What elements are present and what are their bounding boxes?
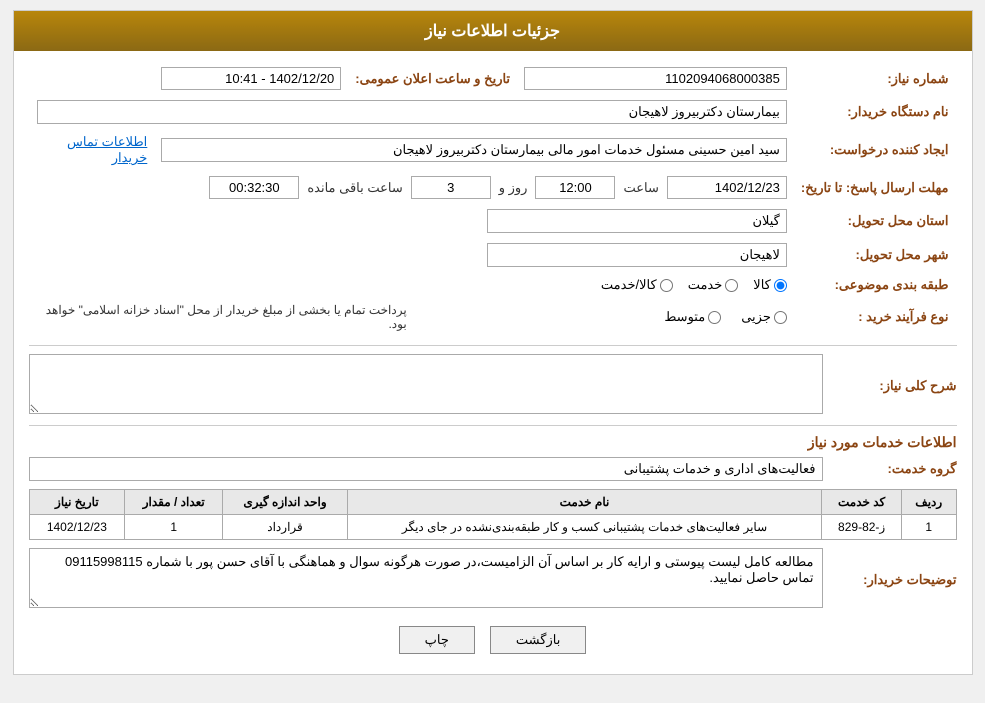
category-radio-khedmat[interactable]: [725, 279, 738, 292]
contact-link[interactable]: اطلاعات تماس خریدار: [67, 134, 147, 165]
row-city: شهر محل تحویل: لاهیجان: [31, 239, 955, 271]
row-province: استان محل تحویل: گیلان: [31, 205, 955, 237]
requester-value: سید امین حسینی مسئول خدمات امور مالی بیم…: [161, 138, 787, 162]
deadline-time: 12:00: [535, 176, 615, 199]
deadline-time-label: ساعت: [623, 180, 658, 196]
cell-service-code: ز-82-829: [822, 515, 902, 540]
service-info-title: اطلاعات خدمات مورد نیاز: [29, 434, 957, 451]
row-need-number: شماره نیاز: 1102094068000385 تاریخ و ساع…: [31, 63, 955, 94]
back-button[interactable]: بازگشت: [490, 626, 586, 654]
buyer-notes-textarea[interactable]: [29, 548, 823, 608]
main-container: جزئیات اطلاعات نیاز شماره نیاز: 11020940…: [13, 10, 973, 675]
row-purchase-type: نوع فرآیند خرید : جزیی متوسط: [31, 299, 955, 335]
service-group-label: گروه خدمت:: [827, 461, 957, 477]
row-buyer-org: نام دستگاه خریدار: بیمارستان دکتربیروز ل…: [31, 96, 955, 128]
category-kala-label: کالا: [753, 277, 771, 293]
deadline-date: 1402/12/23: [667, 176, 787, 199]
buyer-org-value: بیمارستان دکتربیروز لاهیجان: [37, 100, 787, 124]
announcement-value: 1402/12/20 - 10:41: [161, 67, 341, 90]
province-value: گیلان: [487, 209, 787, 233]
divider2: [29, 425, 957, 426]
category-option-khedmat[interactable]: خدمت: [688, 277, 739, 293]
need-description-textarea[interactable]: [29, 354, 823, 414]
category-option-kala-khedmat[interactable]: کالا/خدمت: [601, 277, 673, 293]
deadline-label: مهلت ارسال پاسخ: تا تاریخ:: [801, 180, 949, 195]
category-option-kala[interactable]: کالا: [753, 277, 787, 293]
city-label: شهر محل تحویل:: [856, 247, 949, 262]
service-group-row: گروه خدمت: فعالیت‌های اداری و خدمات پشتی…: [29, 457, 957, 481]
table-row: 1 ز-82-829 سایر فعالیت‌های خدمات پشتیبان…: [29, 515, 956, 540]
service-group-value: فعالیت‌های اداری و خدمات پشتیبانی: [29, 457, 823, 481]
services-table: ردیف کد خدمت نام خدمت واحد اندازه گیری ت…: [29, 489, 957, 540]
table-header-row: ردیف کد خدمت نام خدمت واحد اندازه گیری ت…: [29, 490, 956, 515]
category-khedmat-label: خدمت: [688, 277, 723, 293]
page-header: جزئیات اطلاعات نیاز: [14, 11, 972, 51]
table-header: ردیف کد خدمت نام خدمت واحد اندازه گیری ت…: [29, 490, 956, 515]
cell-quantity: 1: [125, 515, 223, 540]
purchase-jozi-label: جزیی: [741, 309, 771, 325]
requester-label: ایجاد کننده درخواست:: [830, 142, 949, 157]
remaining-time: 00:32:30: [209, 176, 299, 199]
buyer-notes-row: توضیحات خریدار:: [29, 548, 957, 611]
category-radio-kala[interactable]: [774, 279, 787, 292]
purchase-radio-jozi[interactable]: [774, 311, 787, 324]
province-label: استان محل تحویل:: [848, 213, 949, 228]
purchase-option-jozi[interactable]: جزیی: [741, 309, 787, 325]
col-unit: واحد اندازه گیری: [223, 490, 347, 515]
purchase-option-motavasset[interactable]: متوسط: [664, 309, 721, 325]
page-title: جزئیات اطلاعات نیاز: [425, 23, 560, 40]
deadline-days: 3: [411, 176, 491, 199]
row-category: طبقه بندی موضوعی: کالا خدمت: [31, 273, 955, 297]
print-button[interactable]: چاپ: [399, 626, 475, 654]
cell-row-num: 1: [902, 515, 956, 540]
need-number-label: شماره نیاز:: [887, 71, 948, 86]
table-body: 1 ز-82-829 سایر فعالیت‌های خدمات پشتیبان…: [29, 515, 956, 540]
cell-unit: قرارداد: [223, 515, 347, 540]
buyer-notes-label: توضیحات خریدار:: [827, 572, 957, 588]
city-value: لاهیجان: [487, 243, 787, 267]
cell-service-name: سایر فعالیت‌های خدمات پشتیبانی کسب و کار…: [347, 515, 822, 540]
col-date: تاریخ نیاز: [29, 490, 125, 515]
col-quantity: تعداد / مقدار: [125, 490, 223, 515]
category-radio-kala-khedmat[interactable]: [660, 279, 673, 292]
divider1: [29, 345, 957, 346]
deadline-day-label: روز و: [499, 180, 528, 196]
need-number-value: 1102094068000385: [524, 67, 787, 90]
purchase-type-group: جزیی متوسط: [417, 309, 787, 325]
col-service-code: کد خدمت: [822, 490, 902, 515]
remaining-label: ساعت باقی مانده: [307, 180, 402, 196]
content-area: شماره نیاز: 1102094068000385 تاریخ و ساع…: [14, 51, 972, 674]
cell-date: 1402/12/23: [29, 515, 125, 540]
col-service-name: نام خدمت: [347, 490, 822, 515]
row-deadline: مهلت ارسال پاسخ: تا تاریخ: 1402/12/23 سا…: [31, 172, 955, 203]
col-row-num: ردیف: [902, 490, 956, 515]
buyer-org-label: نام دستگاه خریدار:: [847, 104, 948, 119]
category-radio-group: کالا خدمت کالا/خدمت: [37, 277, 787, 293]
buttons-row: بازگشت چاپ: [29, 626, 957, 654]
need-description-label: شرح کلی نیاز:: [827, 378, 957, 394]
purchase-type-note: پرداخت تمام یا بخشی از مبلغ خریدار از مح…: [36, 303, 406, 331]
purchase-type-label: نوع فرآیند خرید :: [858, 309, 948, 324]
category-kala-khedmat-label: کالا/خدمت: [601, 277, 657, 293]
category-label: طبقه بندی موضوعی:: [835, 277, 949, 292]
row-requester: ایجاد کننده درخواست: سید امین حسینی مسئو…: [31, 130, 955, 170]
form-table: شماره نیاز: 1102094068000385 تاریخ و ساع…: [29, 61, 957, 337]
announcement-label: تاریخ و ساعت اعلان عمومی:: [355, 71, 510, 86]
need-description-row: شرح کلی نیاز: // Set textarea value afte…: [29, 354, 957, 417]
purchase-radio-motavasset[interactable]: [708, 311, 721, 324]
purchase-motavasset-label: متوسط: [664, 309, 705, 325]
